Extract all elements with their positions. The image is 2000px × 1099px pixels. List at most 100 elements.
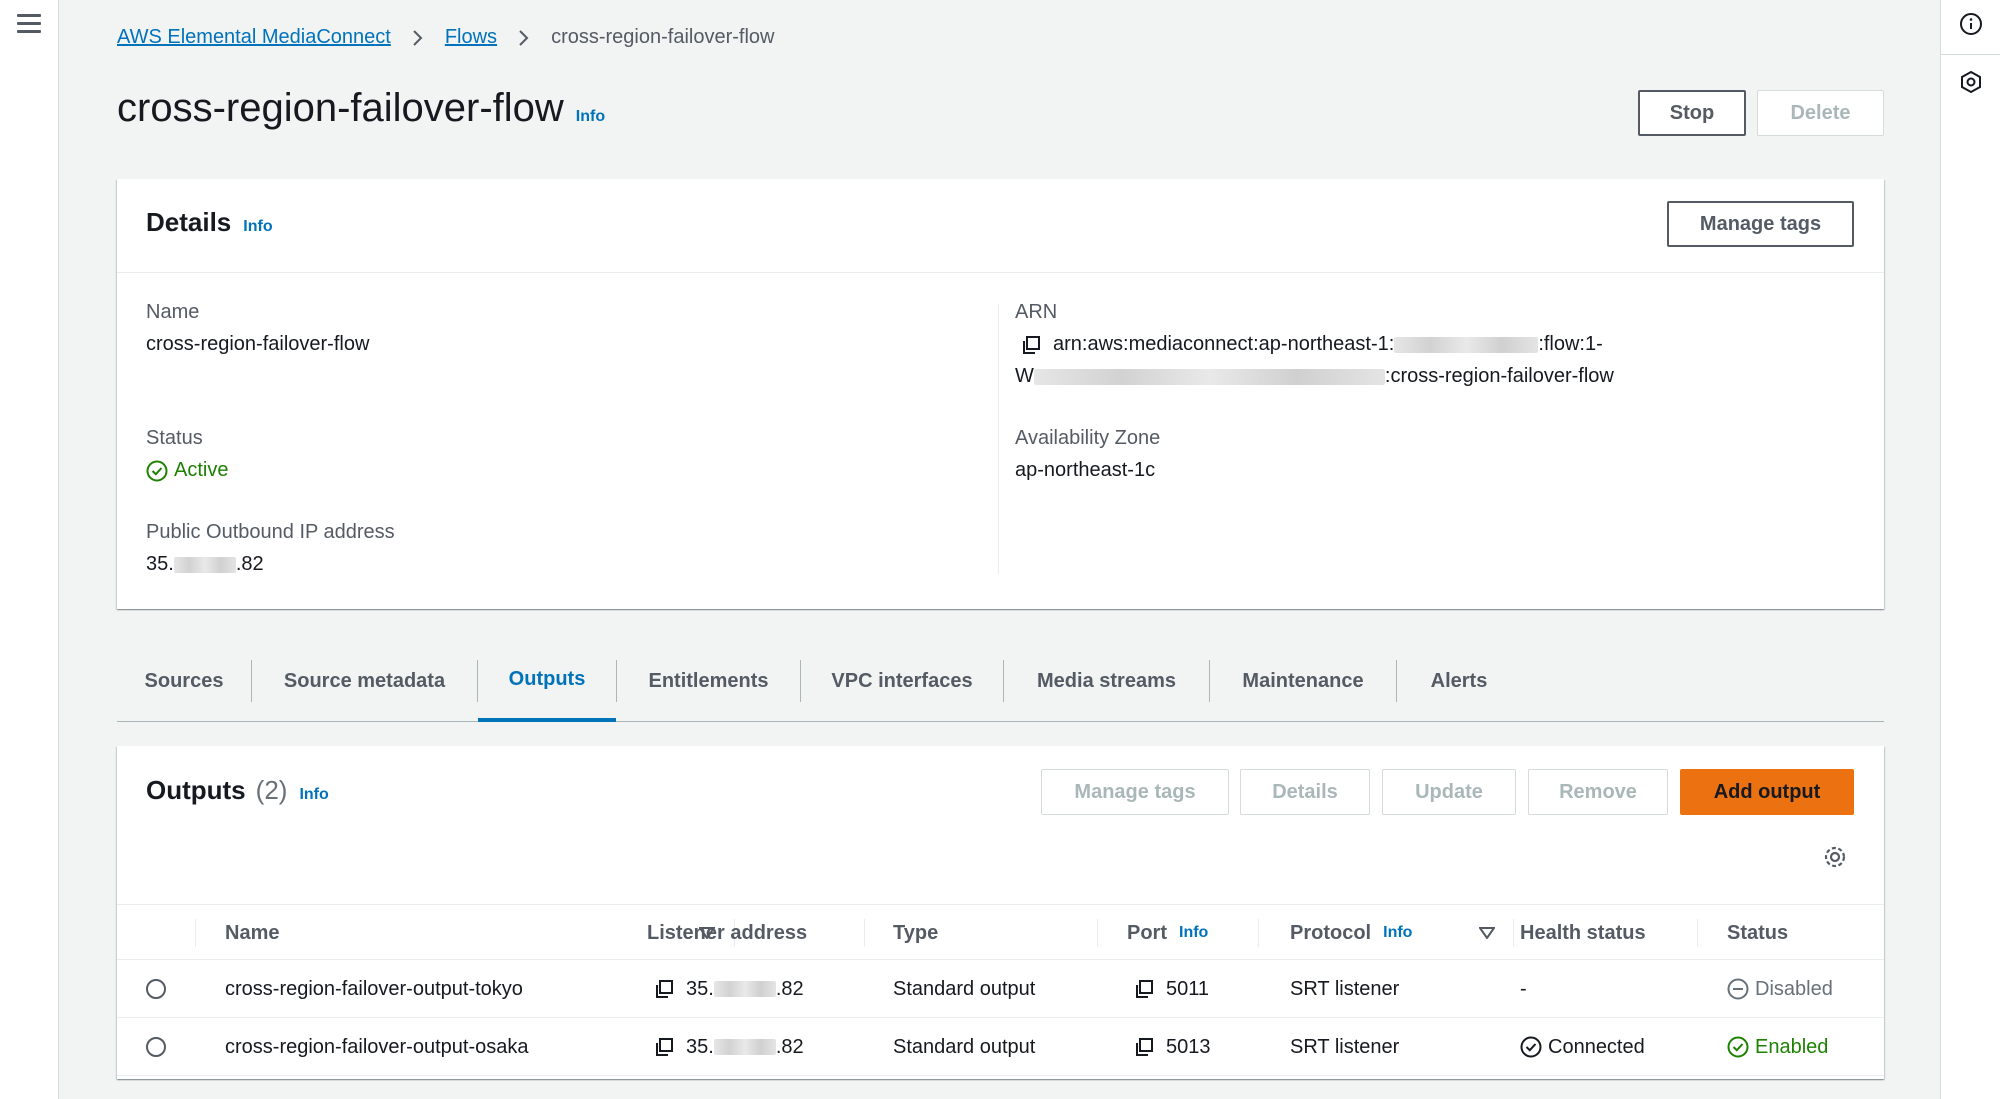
arn-line1-prefix: arn:aws:mediaconnect:ap-northeast-1:: [1053, 333, 1395, 355]
ip-suffix: .82: [235, 553, 264, 575]
tab-media-streams[interactable]: Media streams: [1004, 640, 1209, 722]
copy-icon[interactable]: [1134, 979, 1154, 999]
arn-label: ARN: [1015, 301, 1058, 323]
row-select: [146, 960, 166, 1018]
output-name: cross-region-failover-output-osaka: [225, 1035, 529, 1058]
column-name-label: Name: [225, 921, 280, 944]
chevron-right-icon: [519, 29, 529, 46]
tab-alerts[interactable]: Alerts: [1397, 640, 1521, 722]
tab-maintenance[interactable]: Maintenance: [1210, 640, 1396, 722]
check-circle-icon: [1520, 1036, 1542, 1058]
details-panel: Details Info Manage tags Name cross-regi…: [117, 179, 1884, 609]
copy-icon[interactable]: [654, 979, 674, 999]
ip-suffix: .82: [775, 1035, 804, 1058]
column-divider: [1697, 919, 1698, 947]
status-text: Active: [174, 459, 229, 481]
redacted-flow-id: [1033, 368, 1385, 385]
outputs-title: Outputs (2) Info: [146, 775, 329, 806]
outputs-panel: Outputs (2) Info Manage tags Details Upd…: [117, 746, 1884, 1079]
arn-value-line1: arn:aws:mediaconnect:ap-northeast-1::flo…: [1021, 333, 1603, 356]
breadcrumb: AWS Elemental MediaConnect Flows cross-r…: [117, 26, 774, 49]
outputs-details-button[interactable]: Details: [1240, 769, 1370, 815]
row-select: [146, 1018, 166, 1076]
sort-down-icon[interactable]: [1479, 927, 1495, 939]
column-type: Type: [893, 921, 939, 944]
redacted-account-id: [1394, 336, 1539, 353]
outputs-update-button[interactable]: Update: [1382, 769, 1516, 815]
breadcrumb-service-link[interactable]: AWS Elemental MediaConnect: [117, 26, 391, 49]
row-radio[interactable]: [146, 1037, 166, 1057]
arn-line2-prefix: W: [1015, 365, 1034, 387]
outputs-count: (2): [255, 775, 288, 805]
column-divider: [864, 919, 865, 947]
outputs-manage-tags-button[interactable]: Manage tags: [1041, 769, 1229, 815]
tab-vpc-interfaces[interactable]: VPC interfaces: [801, 640, 1003, 722]
column-divider: [998, 304, 999, 574]
column-port: Port Info: [1127, 905, 1208, 961]
details-title-text: Details: [146, 207, 232, 237]
listener-address: 35. .82: [654, 960, 804, 1018]
column-port-label: Port: [1127, 921, 1167, 944]
settings-gear-icon[interactable]: [1822, 844, 1848, 870]
column-listener-address: Listener address: [647, 921, 808, 944]
page-title-text: cross-region-failover-flow: [117, 86, 564, 130]
status-label: Status: [146, 427, 203, 449]
check-circle-icon: [146, 460, 168, 481]
column-name[interactable]: Name: [225, 905, 715, 961]
tab-entitlements[interactable]: Entitlements: [617, 640, 800, 722]
status-text: Disabled: [1755, 977, 1833, 1000]
copy-icon[interactable]: [654, 1037, 674, 1057]
check-circle-icon: [1727, 1036, 1749, 1058]
output-port: 5013: [1134, 1018, 1211, 1076]
outputs-info-link[interactable]: Info: [299, 786, 328, 804]
column-status: Status: [1727, 921, 1789, 944]
az-value: ap-northeast-1c: [1015, 459, 1156, 481]
output-status: Enabled: [1727, 1018, 1828, 1076]
redacted-ip: [713, 1039, 776, 1055]
column-divider: [1097, 919, 1098, 947]
health-status: -: [1520, 977, 1527, 1000]
column-divider: [1258, 919, 1259, 947]
info-circle-icon[interactable]: [1959, 12, 1983, 36]
ip-label: Public Outbound IP address: [146, 521, 395, 543]
column-health-status: Health status: [1520, 921, 1646, 944]
add-output-button[interactable]: Add output: [1680, 769, 1854, 815]
breadcrumb-flows-link[interactable]: Flows: [445, 26, 497, 49]
ip-suffix: .82: [775, 977, 804, 1000]
output-port: 5011: [1134, 960, 1209, 1018]
ip-prefix: 35.: [686, 977, 714, 1000]
tab-sources[interactable]: Sources: [117, 640, 251, 722]
column-protocol-label: Protocol: [1290, 921, 1372, 944]
menu-icon[interactable]: [17, 14, 41, 36]
chevron-right-icon: [413, 29, 423, 46]
stop-button[interactable]: Stop: [1638, 90, 1746, 136]
table-row[interactable]: cross-region-failover-output-osaka 35. .8…: [117, 1018, 1884, 1076]
flow-tabs: Sources Source metadata Outputs Entitlem…: [117, 640, 1884, 722]
tab-outputs[interactable]: Outputs: [478, 640, 616, 722]
health-text: Connected: [1548, 1035, 1645, 1058]
gear-hex-icon[interactable]: [1959, 70, 1983, 94]
redacted-ip: [713, 981, 776, 997]
output-name: cross-region-failover-output-tokyo: [225, 977, 523, 1000]
row-radio[interactable]: [146, 979, 166, 999]
arn-line2-suffix: :cross-region-failover-flow: [1384, 365, 1614, 387]
tab-source-metadata[interactable]: Source metadata: [252, 640, 477, 722]
output-status: Disabled: [1727, 960, 1833, 1018]
protocol-info-link[interactable]: Info: [1383, 924, 1412, 942]
right-tools-rail: [1940, 0, 2000, 1099]
minus-circle-icon: [1727, 978, 1749, 1000]
outputs-title-text: Outputs: [146, 775, 246, 805]
details-manage-tags-button[interactable]: Manage tags: [1667, 201, 1854, 247]
delete-button[interactable]: Delete: [1757, 90, 1884, 136]
copy-icon[interactable]: [1021, 335, 1041, 355]
port-info-link[interactable]: Info: [1179, 924, 1208, 942]
output-protocol: SRT listener: [1290, 977, 1400, 1000]
title-info-link[interactable]: Info: [576, 108, 605, 126]
listener-address: 35. .82: [654, 1018, 804, 1076]
table-row[interactable]: cross-region-failover-output-tokyo 35. .8…: [117, 960, 1884, 1018]
output-protocol: SRT listener: [1290, 1035, 1400, 1058]
details-info-link[interactable]: Info: [243, 218, 272, 236]
copy-icon[interactable]: [1134, 1037, 1154, 1057]
port-value: 5013: [1166, 1035, 1211, 1058]
outputs-remove-button[interactable]: Remove: [1528, 769, 1668, 815]
